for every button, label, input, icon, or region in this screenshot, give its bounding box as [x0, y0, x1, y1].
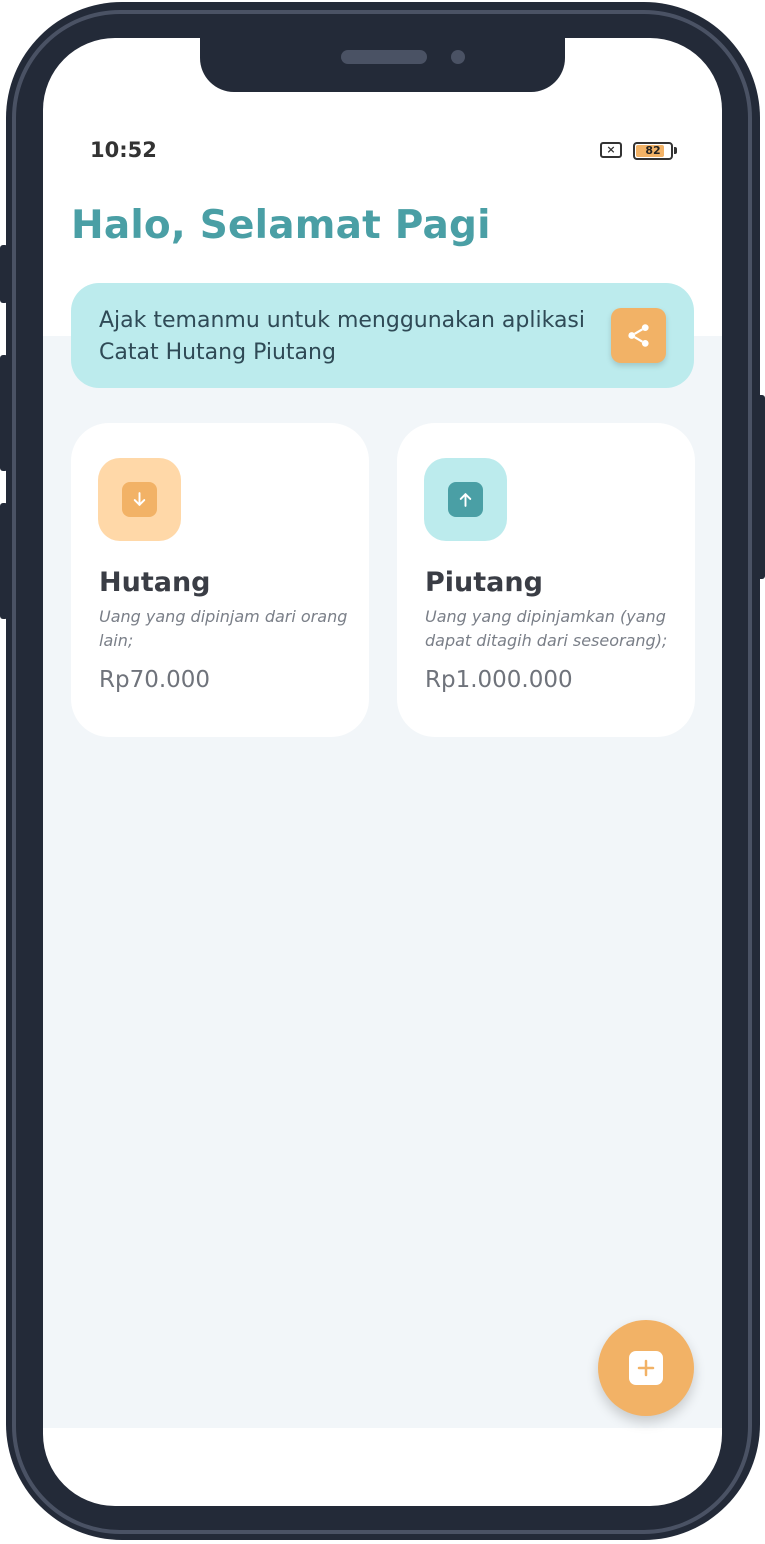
- hutang-description: Uang yang dipinjam dari orang lain;: [99, 607, 348, 650]
- share-icon: [628, 324, 649, 347]
- share-button[interactable]: [611, 308, 666, 363]
- arrow-up-icon: [459, 493, 472, 507]
- status-time: 10:52: [90, 138, 157, 162]
- add-button[interactable]: [598, 1320, 694, 1416]
- battery-level: 82: [645, 144, 661, 157]
- speaker-grill: [341, 50, 427, 64]
- screen: 10:52 × 82 Halo, Selamat Pagi Ajak teman…: [43, 38, 722, 1506]
- battery-icon: 82: [633, 142, 673, 160]
- piutang-description: Uang yang dipinjamkan (yang dapat ditagi…: [425, 607, 668, 650]
- piutang-icon-wrap: [424, 458, 507, 541]
- battery-tip: [674, 147, 677, 154]
- notch: [200, 38, 565, 92]
- hutang-card[interactable]: Hutang Uang yang dipinjam dari orang lai…: [71, 423, 369, 737]
- hutang-icon-wrap: [98, 458, 181, 541]
- invite-text: Ajak temanmu untuk menggunakan aplikasi …: [99, 308, 586, 365]
- hutang-title: Hutang: [99, 567, 211, 598]
- arrow-down-icon: [133, 492, 146, 506]
- sim-off-icon: ×: [600, 142, 622, 158]
- piutang-card[interactable]: Piutang Uang yang dipinjamkan (yang dapa…: [397, 423, 695, 737]
- invite-banner: Ajak temanmu untuk menggunakan aplikasi …: [71, 283, 694, 388]
- hutang-amount: Rp70.000: [99, 667, 211, 693]
- piutang-icon-box: [448, 482, 483, 517]
- page-title: Halo, Selamat Pagi: [71, 203, 491, 248]
- plus-icon: [637, 1359, 655, 1377]
- piutang-title: Piutang: [425, 567, 543, 598]
- add-button-inner: [629, 1351, 663, 1385]
- front-camera: [451, 50, 465, 64]
- piutang-amount: Rp1.000.000: [425, 667, 573, 693]
- hutang-icon-box: [122, 482, 157, 517]
